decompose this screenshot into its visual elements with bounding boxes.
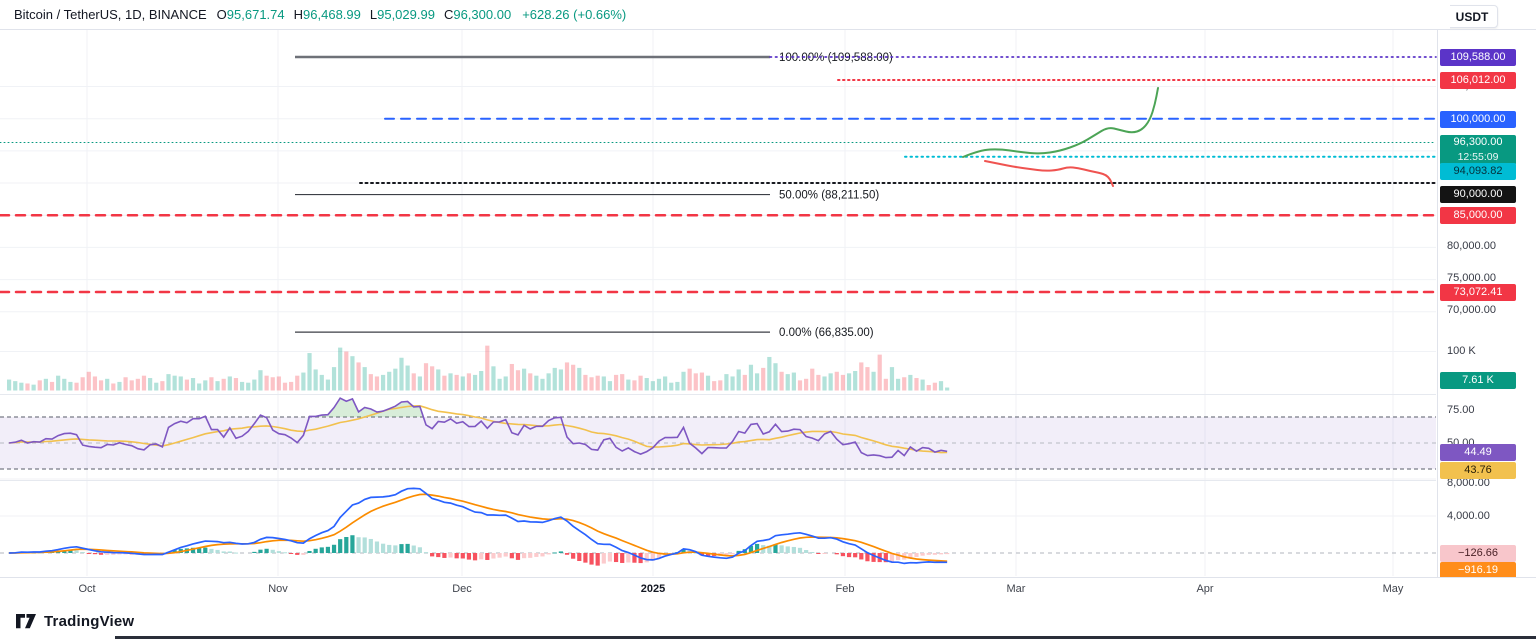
bullish-projection[interactable] [963,88,1158,157]
pane-separator-rsi[interactable] [0,394,1436,395]
price-badge: −126.66 [1440,545,1516,562]
price-axis[interactable]: USDT 105,000.0080,000.0075,000.0070,000.… [1437,0,1536,601]
ohlc-h: H96,468.99 [294,7,361,22]
axis-label: 80,000.00 [1447,239,1496,253]
bottom-divider [115,636,1536,639]
price-badge: 109,588.00 [1440,49,1516,66]
axis-label: 75,000.00 [1447,271,1496,285]
price-badge: −916.19 [1440,562,1516,579]
ohlc-l: L95,029.99 [370,7,435,22]
rsi-pane [0,398,1436,469]
price-badge: 106,012.00 [1440,72,1516,89]
ohlc-c: C96,300.00 [444,7,511,22]
axis-label: 75.00 [1447,403,1475,417]
time-axis[interactable]: Oct Nov Dec 2025 Feb Mar Apr May [0,577,1536,602]
symbol-title[interactable]: Bitcoin / TetherUS, 1D, BINANCE [14,7,207,22]
price-badge: 7.61 K [1440,372,1516,389]
time-axis-label: 2025 [641,583,665,595]
time-axis-label: Oct [78,583,95,595]
ohlc-o: O95,671.74 [217,7,285,22]
fib-label: 0.00% (66,835.00) [779,327,874,339]
price-badge: 44.49 [1440,444,1516,461]
tradingview-logo-text: TradingView [44,613,134,630]
time-axis-label: Mar [1007,583,1026,595]
price-badge: 85,000.00 [1440,207,1516,224]
price-badge: 73,072.41 [1440,284,1516,301]
pane-separator-macd[interactable] [0,480,1436,481]
chart-canvas[interactable]: 100.00% (109,588.00) 50.00% (88,211.50) 0.… [0,0,1536,641]
fib-retracement[interactable]: 100.00% (109,588.00) 50.00% (88,211.50) 0.… [295,52,893,339]
time-axis-label: May [1383,583,1404,595]
tradingview-logo[interactable]: TradingView [16,613,134,630]
price-change: +628.26 (+0.66%) [522,7,626,22]
price-badge: 90,000.00 [1440,186,1516,203]
macd-pane [0,488,1436,565]
price-badge: 100,000.00 [1440,111,1516,128]
price-badge: 96,300.0012:55:09 [1440,135,1516,165]
chart-header: Bitcoin / TetherUS, 1D, BINANCE O95,671.… [0,0,1450,29]
axis-label: 4,000.00 [1447,509,1490,523]
price-badge: 43.76 [1440,462,1516,479]
price-badge: 94,093.82 [1440,163,1516,180]
currency-button[interactable]: USDT [1446,5,1498,28]
time-axis-label: Feb [836,583,855,595]
volume-bars [7,346,949,391]
fib-label: 100.00% (109,588.00) [779,52,893,64]
fib-label: 50.00% (88,211.50) [779,190,879,202]
tradingview-window: 100.00% (109,588.00) 50.00% (88,211.50) 0.… [0,0,1536,641]
price-levels[interactable] [0,57,1436,292]
time-axis-label: Dec [452,583,472,595]
axis-label: 70,000.00 [1447,303,1496,317]
time-axis-label: Nov [268,583,288,595]
header-divider [0,29,1536,30]
ohlc-readout: O95,671.74 H96,468.99 L95,029.99 C96,300.00 [217,7,521,22]
axis-label: 100 K [1447,344,1476,358]
tradingview-logo-icon [16,614,37,629]
time-axis-label: Apr [1196,583,1213,595]
